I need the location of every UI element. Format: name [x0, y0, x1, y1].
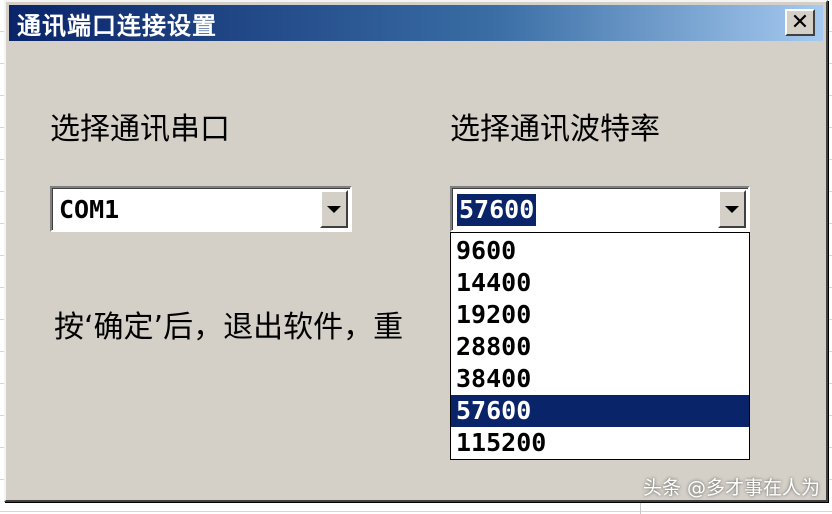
port-label: 选择通讯串口	[50, 112, 230, 147]
dialog-title: 通讯端口连接设置	[17, 11, 217, 40]
baud-option[interactable]: 57600	[451, 395, 749, 427]
baud-dropdown-list[interactable]: 9600 14400 19200 28800 38400 57600 115200	[450, 232, 750, 460]
baud-value: 57600	[457, 194, 537, 226]
baud-option[interactable]: 9600	[451, 235, 749, 267]
baud-label: 选择通讯波特率	[450, 112, 660, 147]
chevron-down-icon	[725, 205, 739, 213]
baud-combobox[interactable]: 57600	[450, 186, 750, 232]
close-icon: ✕	[790, 9, 810, 35]
baud-option[interactable]: 115200	[451, 427, 749, 459]
close-button[interactable]: ✕	[785, 9, 815, 36]
chevron-down-icon	[327, 205, 341, 213]
instruction-text: 按‘确定’后，退出软件，重	[54, 310, 404, 345]
port-combobox[interactable]: COM1	[50, 186, 352, 232]
baud-option[interactable]: 38400	[451, 363, 749, 395]
baud-option[interactable]: 19200	[451, 299, 749, 331]
baud-option[interactable]: 28800	[451, 331, 749, 363]
title-bar[interactable]: 通讯端口连接设置 ✕	[9, 5, 823, 41]
spreadsheet-column-line	[640, 500, 641, 514]
watermark: 头条 @多才事在人为	[642, 477, 820, 499]
baud-option[interactable]: 14400	[451, 267, 749, 299]
port-value: COM1	[59, 195, 120, 224]
baud-dropdown-button[interactable]	[718, 190, 746, 228]
port-dropdown-button[interactable]	[320, 190, 348, 228]
